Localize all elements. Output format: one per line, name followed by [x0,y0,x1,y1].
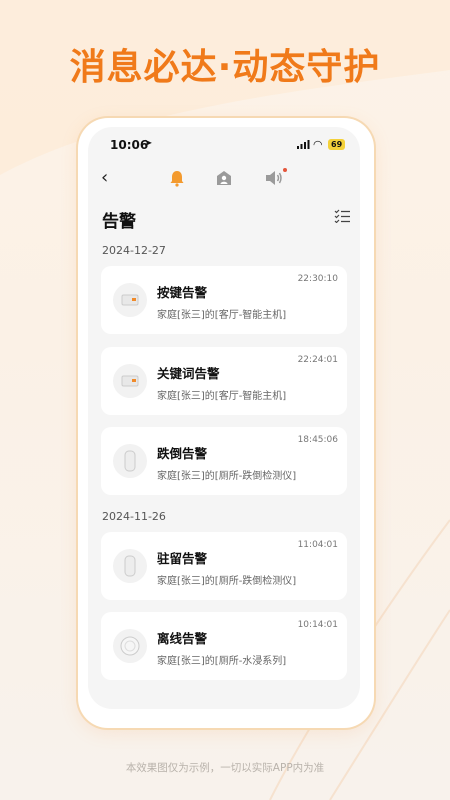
alert-description: 家庭[张三]的[厕所-水浸系列] [157,656,287,667]
alert-card[interactable]: 离线告警 家庭[张三]的[厕所-水浸系列] 10:14:01 [101,612,347,680]
alert-time: 22:24:01 [297,355,338,365]
speaker-icon[interactable] [264,169,284,187]
alert-description: 家庭[张三]的[厕所-跌倒检测仪] [157,576,297,587]
alert-card[interactable]: 关键词告警 家庭[张三]的[客厅-智能主机] 22:24:01 [101,347,347,415]
water-sensor-icon [113,629,147,663]
wifi-icon: ◠ [313,138,323,151]
alert-card[interactable]: 按键告警 家庭[张三]的[客厅-智能主机] 22:30:10 [101,266,347,334]
back-icon[interactable]: ‹ [101,167,108,188]
status-time: 10:06 [110,138,149,152]
alert-card[interactable]: 跌倒告警 家庭[张三]的[厕所-跌倒检测仪] 18:45:06 [101,427,347,495]
bell-icon[interactable] [168,169,186,187]
home-person-icon[interactable] [215,169,233,187]
alert-time: 22:30:10 [297,274,338,284]
alert-title: 按键告警 [157,285,208,300]
fall-sensor-icon [113,549,147,583]
notification-dot [283,168,287,172]
alert-description: 家庭[张三]的[厕所-跌倒检测仪] [157,471,297,482]
host-device-icon [113,283,147,317]
alert-time: 10:14:01 [297,620,338,630]
checklist-icon[interactable] [334,209,350,223]
alert-time: 18:45:06 [297,435,338,445]
alert-title: 驻留告警 [157,551,208,566]
alert-description: 家庭[张三]的[客厅-智能主机] [157,310,287,321]
phone-screen: 10:06 ➤ ◠ 69 ‹ 告警 2024-12-27 按键告警 家庭[张三]… [88,127,360,709]
page-title: 告警 [102,212,136,232]
signal-icon [297,140,310,149]
host-device-icon [113,364,147,398]
top-nav: ‹ [88,165,360,195]
status-bar: 10:06 ➤ ◠ 69 [88,127,360,159]
disclaimer-text: 本效果图仅为示例，一切以实际APP内为准 [125,762,325,774]
alert-title: 跌倒告警 [157,446,208,461]
fall-sensor-icon [113,444,147,478]
alert-title: 关键词告警 [157,366,220,381]
alert-title: 离线告警 [157,631,208,646]
date-header: 2024-12-27 [102,244,166,257]
date-header: 2024-11-26 [102,510,166,523]
alert-description: 家庭[张三]的[客厅-智能主机] [157,391,287,402]
alert-time: 11:04:01 [297,540,338,550]
headline: 消息必达·动态守护 [69,47,381,88]
location-icon: ➤ [144,138,153,149]
battery-indicator: 69 [328,139,346,150]
alert-card[interactable]: 驻留告警 家庭[张三]的[厕所-跌倒检测仪] 11:04:01 [101,532,347,600]
